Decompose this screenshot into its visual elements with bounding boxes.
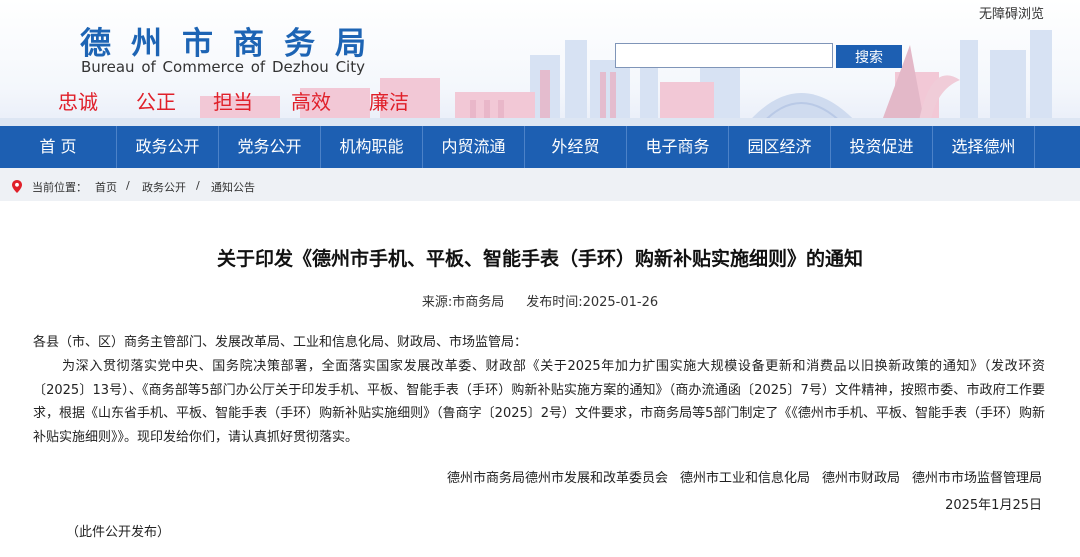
article-salutation: 各县（市、区）商务主管部门、发展改革局、工业和信息化局、财政局、市场监管局： [33, 335, 528, 350]
site-subtitle-en: Bureau of Commerce of Dezhou City [81, 58, 365, 76]
article-meta: 来源:市商务局 发布时间:2025-01-26 [0, 291, 1080, 310]
article-source: 来源:市商务局 [421, 295, 505, 310]
article-paragraph: 为深入贯彻落实党中央、国务院决策部署，全面落实国家发展改革委、财政部《关于202… [33, 359, 1045, 446]
nav-item-home[interactable]: 首 页 [0, 126, 116, 168]
value-integrity: 廉洁 [369, 90, 409, 114]
breadcrumb-notices[interactable]: 通知公告 [211, 179, 255, 195]
breadcrumb-separator: / [126, 179, 130, 192]
accessibility-link[interactable]: 无障碍浏览 [979, 3, 1044, 22]
search-button[interactable]: 搜索 [836, 45, 902, 68]
nav-item-functions[interactable]: 机构职能 [321, 126, 422, 168]
article-publish-date: 发布时间:2025-01-26 [526, 295, 659, 310]
search-input[interactable] [615, 43, 833, 68]
breadcrumb-gov-affairs[interactable]: 政务公开 [142, 179, 186, 195]
site-header: 无障碍浏览 德州市商务局 Bureau of Commerce of Dezho… [0, 0, 1080, 126]
issuer: 德州市商务局德州市发展和改革委员会 [446, 471, 668, 486]
article-sign-date: 2025年1月25日 [945, 498, 1042, 513]
site-title[interactable]: 德州市商务局 [80, 18, 386, 63]
issuer: 德州市市场监督管理局 [911, 471, 1042, 486]
issuer: 德州市财政局 [821, 471, 900, 486]
breadcrumb-separator: / [196, 179, 200, 192]
nav-item-domestic-trade[interactable]: 内贸流通 [423, 126, 524, 168]
value-responsibility: 担当 [213, 90, 253, 114]
article-title: 关于印发《德州市手机、平板、智能手表（手环）购新补贴实施细则》的通知 [216, 248, 863, 270]
nav-divider [1034, 126, 1035, 168]
article-publication-note: （此件公开发布） [66, 525, 171, 540]
article-issuers: 德州市商务局德州市发展和改革委员会 德州市工业和信息化局 德州市财政局 德州市市场监督… [435, 467, 1042, 486]
breadcrumb-home[interactable]: 首页 [95, 179, 117, 195]
nav-item-investment[interactable]: 投资促进 [831, 126, 932, 168]
value-efficiency: 高效 [291, 90, 331, 114]
issuer: 德州市工业和信息化局 [679, 471, 810, 486]
nav-item-park-economy[interactable]: 园区经济 [729, 126, 830, 168]
main-nav: 首 页 政务公开 党务公开 机构职能 内贸流通 外经贸 电子商务 园区经济 投资… [0, 126, 1080, 168]
nav-item-party-affairs[interactable]: 党务公开 [219, 126, 320, 168]
breadcrumb: 当前位置： 首页 / 政务公开 / 通知公告 [0, 168, 1080, 201]
nav-item-foreign-trade[interactable]: 外经贸 [525, 126, 626, 168]
value-fairness: 公正 [136, 90, 176, 114]
location-pin-icon [12, 180, 22, 193]
nav-item-gov-affairs[interactable]: 政务公开 [117, 126, 218, 168]
nav-item-choose-dezhou[interactable]: 选择德州 [933, 126, 1034, 168]
value-loyalty: 忠诚 [58, 90, 98, 114]
breadcrumb-label: 当前位置： [32, 181, 87, 194]
nav-item-ecommerce[interactable]: 电子商务 [627, 126, 728, 168]
